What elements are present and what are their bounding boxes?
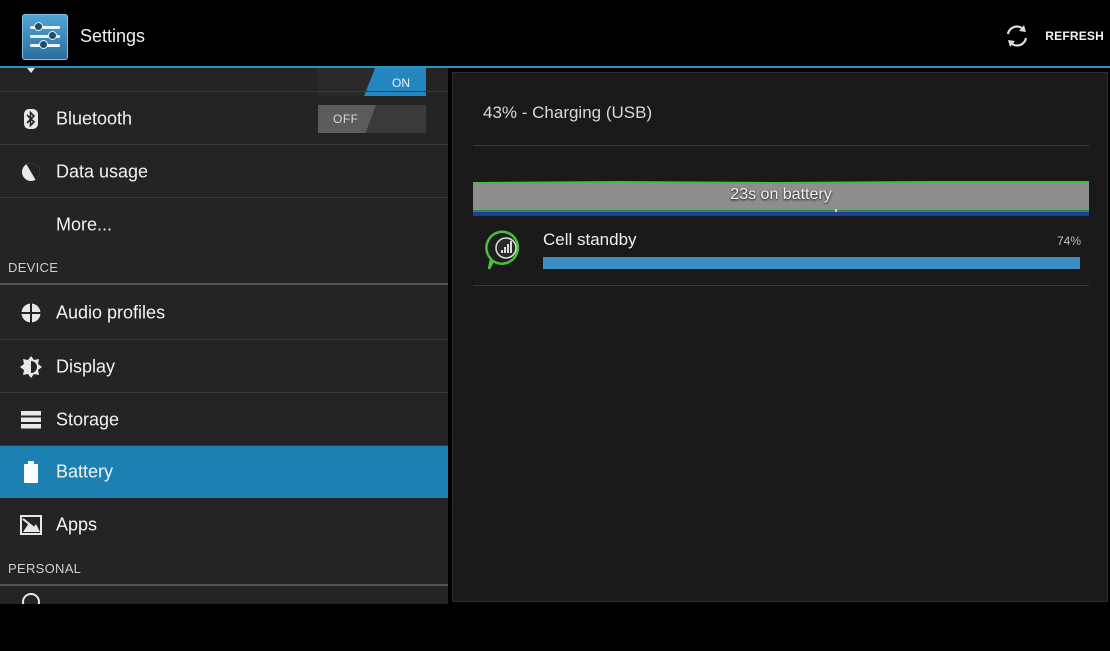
usage-item-cell-standby[interactable]: Cell standby 74%: [473, 223, 1089, 285]
battery-status: 43% - Charging (USB): [483, 103, 653, 122]
usage-item-name: Cell standby: [543, 230, 637, 249]
settings-item-label: Display: [56, 356, 116, 377]
settings-item-label: Data usage: [56, 161, 149, 182]
settings-item-label: More...: [56, 214, 113, 235]
settings-item-location[interactable]: [0, 588, 448, 604]
battery-history-graph[interactable]: 23s on battery: [473, 180, 1089, 218]
settings-item-data-usage[interactable]: Data usage: [0, 146, 448, 198]
section-header-device: DEVICE: [8, 260, 59, 275]
graph-label: 23s on battery: [730, 186, 832, 203]
storage-icon: [20, 409, 42, 431]
bluetooth-toggle-label: OFF: [333, 112, 359, 126]
location-icon: [20, 591, 42, 604]
settings-item-display[interactable]: Display: [0, 341, 448, 393]
settings-item-audio-profiles[interactable]: Audio profiles: [0, 287, 448, 339]
battery-detail-pane: 43% - Charging (USB) 23s on battery Cell…: [452, 72, 1108, 602]
refresh-label: REFRESH: [1045, 29, 1104, 43]
settings-list[interactable]: ON Bluetooth OFF Data usage More... DEVI: [0, 68, 448, 604]
settings-item-bluetooth[interactable]: Bluetooth OFF: [0, 93, 448, 145]
settings-app-icon[interactable]: [22, 14, 68, 60]
apps-icon: [20, 514, 42, 536]
battery-icon: [20, 461, 42, 483]
settings-item-label: Audio profiles: [56, 302, 166, 323]
app-title: Settings: [80, 26, 146, 46]
settings-item-label: Apps: [56, 514, 98, 535]
navigation-bar: [0, 604, 1110, 651]
settings-item-more[interactable]: More...: [0, 199, 448, 251]
usage-bar: [543, 257, 1080, 269]
cell-standby-icon: [485, 230, 520, 270]
data-usage-icon: [20, 161, 42, 183]
settings-item-label: Battery: [56, 461, 114, 482]
wifi-toggle-label: ON: [392, 76, 410, 90]
action-bar: Settings REFRESH: [0, 0, 1110, 66]
section-header-personal: PERSONAL: [8, 561, 82, 576]
settings-item-battery[interactable]: Battery: [0, 446, 448, 498]
settings-item-apps[interactable]: Apps: [0, 499, 448, 551]
bluetooth-toggle[interactable]: OFF: [318, 105, 426, 133]
audio-profiles-icon: [20, 302, 42, 324]
settings-item-wifi[interactable]: ON: [0, 68, 448, 96]
settings-item-label: Storage: [56, 409, 120, 430]
refresh-button[interactable]: REFRESH: [1003, 16, 1104, 56]
usage-item-percent: 74%: [1056, 234, 1081, 248]
settings-item-label: Bluetooth: [56, 108, 133, 129]
brightness-icon: [20, 356, 42, 378]
refresh-icon: [1007, 25, 1028, 47]
settings-item-storage[interactable]: Storage: [0, 394, 448, 446]
wifi-icon: [20, 68, 42, 77]
bluetooth-icon: [20, 108, 42, 130]
